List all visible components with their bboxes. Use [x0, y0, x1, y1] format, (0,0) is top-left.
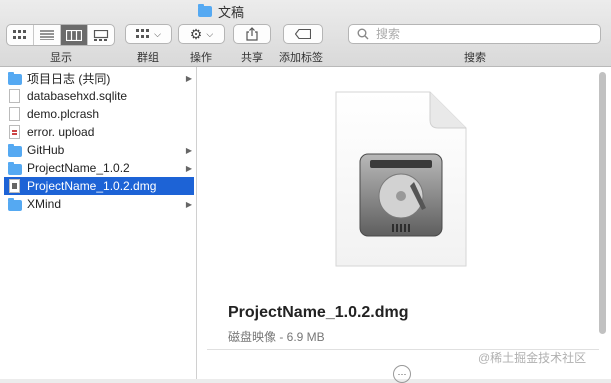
- dmg-document-icon: [334, 90, 468, 268]
- search-input[interactable]: [374, 26, 578, 42]
- chevron-down-icon: ⌵: [154, 28, 161, 39]
- list-item-label: demo.plcrash: [27, 107, 100, 121]
- icon-view-button[interactable]: [7, 25, 34, 45]
- share-button[interactable]: [233, 24, 271, 44]
- tag-button[interactable]: [283, 24, 323, 44]
- list-item-label: error. upload: [27, 125, 95, 139]
- search-label: 搜索: [464, 52, 486, 64]
- list-item-github[interactable]: GitHub ▶: [4, 141, 194, 159]
- search-icon: [357, 28, 369, 40]
- share-label: 共享: [241, 52, 263, 64]
- more-button[interactable]: ⋯: [393, 365, 411, 383]
- list-item-projectname-dmg[interactable]: ProjectName_1.0.2.dmg: [4, 177, 194, 195]
- group-button[interactable]: ⌵: [125, 24, 172, 44]
- list-item-projectname-folder[interactable]: ProjectName_1.0.2 ▶: [4, 159, 194, 177]
- column-view-button[interactable]: [61, 25, 88, 45]
- share-icon: [246, 27, 258, 41]
- gallery-view-button[interactable]: [88, 25, 114, 45]
- gear-icon: ⚙: [189, 25, 203, 42]
- list-item-error-upload[interactable]: error. upload: [4, 123, 194, 141]
- tag-icon: [295, 29, 311, 39]
- gallery-icon: [93, 29, 109, 41]
- chevron-right-icon: ▶: [185, 163, 192, 173]
- list-item-label: ProjectName_1.0.2.dmg: [27, 179, 157, 193]
- window-title: 文稿: [198, 2, 244, 20]
- chevron-right-icon: ▶: [185, 145, 192, 155]
- dmg-file-icon: [9, 179, 20, 193]
- grid-icon: [13, 30, 26, 39]
- list-item-xmind[interactable]: XMind ▶: [4, 195, 194, 213]
- folder-icon: [8, 198, 22, 211]
- toolbar: 文稿 显示 ⌵ 群组 ⚙ ⌵ 操作 共享 添加标签 搜索 搜索: [0, 0, 611, 67]
- list-item-databasehxd[interactable]: databasehxd.sqlite: [4, 87, 194, 105]
- view-label: 显示: [50, 52, 72, 64]
- list-item-label: 项目日志 (共同): [27, 71, 111, 86]
- scrollbar[interactable]: [599, 72, 606, 334]
- chevron-right-icon: ▶: [185, 73, 192, 83]
- folder-icon: [8, 162, 22, 175]
- list-view-button[interactable]: [34, 25, 61, 45]
- window-title-text: 文稿: [218, 4, 245, 20]
- list-item-project-log[interactable]: 项目日志 (共同) ▶: [4, 69, 194, 87]
- action-label: 操作: [190, 52, 212, 64]
- ellipsis-icon: ⋯: [397, 368, 407, 379]
- search-field[interactable]: [348, 24, 601, 44]
- folder-icon: [198, 3, 212, 17]
- preview-filename: ProjectName_1.0.2.dmg: [228, 304, 409, 321]
- file-column: 项目日志 (共同) ▶ databasehxd.sqlite demo.plcr…: [0, 67, 197, 379]
- watermark: @稀土掘金技术社区: [478, 351, 587, 365]
- file-icon: [9, 89, 20, 103]
- chevron-down-icon: ⌵: [206, 28, 214, 39]
- list-icon: [40, 30, 54, 40]
- list-item-demo-plcrash[interactable]: demo.plcrash: [4, 105, 194, 123]
- grid-icon: [136, 29, 150, 38]
- list-item-label: XMind: [27, 197, 62, 211]
- list-item-label: databasehxd.sqlite: [27, 89, 128, 103]
- folder-icon: [8, 144, 22, 157]
- tag-label: 添加标签: [279, 52, 323, 64]
- folder-icon: [8, 72, 22, 85]
- file-icon: [9, 107, 20, 121]
- action-button[interactable]: ⚙ ⌵: [178, 24, 225, 44]
- group-label: 群组: [137, 52, 159, 64]
- view-mode-control: [6, 24, 115, 46]
- columns-icon: [66, 29, 82, 41]
- preview-meta: 磁盘映像 - 6.9 MB: [228, 330, 325, 344]
- file-icon: [9, 125, 20, 139]
- list-item-label: GitHub: [27, 143, 65, 157]
- chevron-right-icon: ▶: [185, 199, 192, 209]
- list-item-label: ProjectName_1.0.2: [27, 161, 130, 175]
